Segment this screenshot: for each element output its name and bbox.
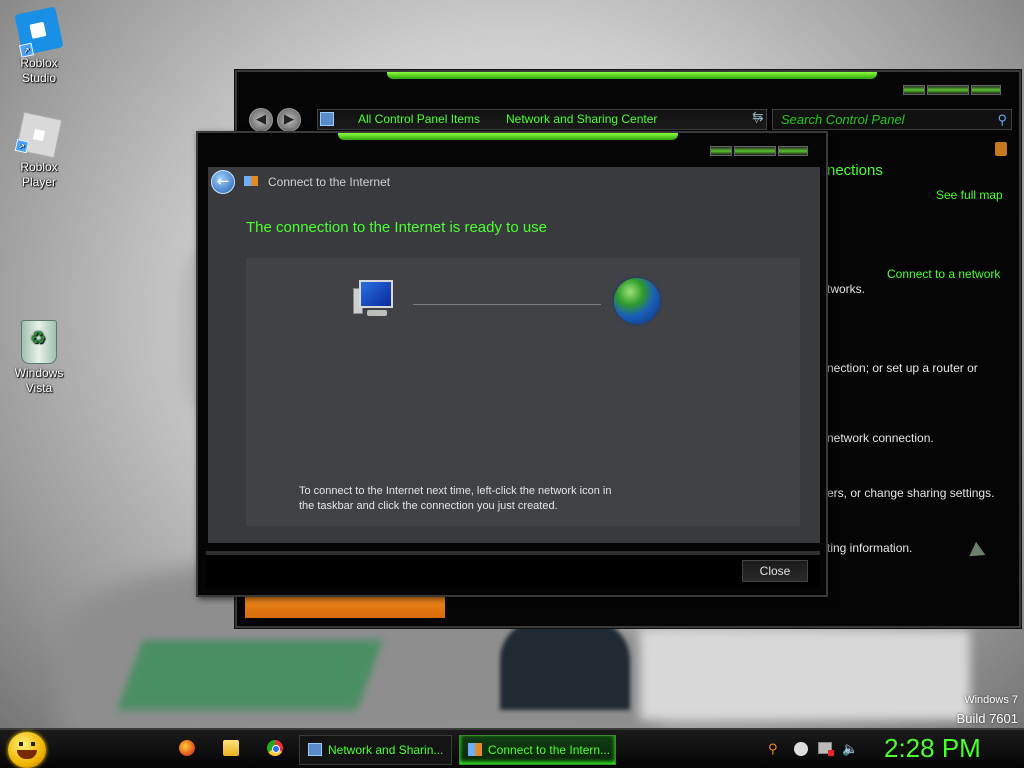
close-button[interactable]: Close — [742, 560, 808, 582]
orange-status-bar — [245, 596, 445, 618]
task-description: ers, or change sharing settings. — [827, 486, 995, 500]
task-description: nection; or set up a router or — [827, 361, 978, 375]
back-nav-button[interactable]: ◀ — [249, 108, 273, 132]
see-full-map-link[interactable]: See full map — [936, 188, 1003, 202]
search-input[interactable]: Search Control Panel ⚲ — [772, 109, 1012, 130]
desktop-icon-label: Windows — [14, 366, 64, 380]
control-panel-icon — [320, 112, 334, 126]
search-placeholder: Search Control Panel — [781, 112, 905, 127]
task-label: Connect to the Intern... — [488, 743, 611, 757]
firefox-icon[interactable] — [179, 740, 195, 756]
taskbar-clock[interactable]: 2:28 PM — [884, 733, 981, 764]
computer-icon — [353, 280, 395, 320]
roblox-player-icon: ↗ — [14, 111, 63, 159]
navigation-bar: ◀ ▶ All Control Panel Items Network and … — [247, 108, 1012, 132]
desktop-icon-label: Vista — [25, 381, 53, 395]
desktop-icon-roblox-studio[interactable]: ↗ Roblox Studio — [4, 6, 74, 86]
wallpaper-shape — [500, 620, 630, 710]
task-description: tworks. — [827, 282, 866, 296]
folder-icon[interactable] — [223, 740, 239, 756]
shortcut-arrow-icon: ↗ — [19, 42, 34, 58]
breadcrumb-all-items[interactable]: All Control Panel Items — [358, 110, 480, 129]
dialog-title: Connect to the Internet — [268, 175, 391, 189]
task-label: Network and Sharin... — [328, 743, 444, 757]
roblox-studio-icon: ↗ — [14, 6, 64, 58]
section-heading: nections — [827, 162, 883, 179]
desktop-icon-label: Roblox — [20, 56, 58, 70]
hint-line: the taskbar and click the connection you… — [299, 500, 558, 512]
help-icon[interactable] — [995, 142, 1007, 156]
address-bar[interactable]: All Control Panel Items Network and Shar… — [317, 109, 767, 130]
volume-icon[interactable]: 🔈 — [842, 742, 858, 757]
connection-line — [413, 304, 601, 305]
pointer-icon — [969, 541, 989, 563]
chrome-icon[interactable] — [267, 740, 283, 756]
minimize-button[interactable] — [903, 85, 925, 95]
dialog-heading: The connection to the Internet is ready … — [246, 219, 548, 236]
maximize-button[interactable] — [927, 85, 969, 95]
desktop-icon-label: Studio — [21, 71, 57, 85]
breadcrumb-network-sharing[interactable]: Network and Sharing Center — [506, 110, 657, 129]
window-top-glow — [338, 133, 678, 140]
dialog-header: ← Connect to the Internet — [208, 167, 820, 197]
start-button-icon[interactable] — [8, 732, 46, 768]
network-tray-icon[interactable] — [818, 742, 834, 756]
search-icon[interactable]: ⚲ — [768, 742, 778, 757]
globe-icon — [614, 278, 660, 324]
tray-status-icon[interactable] — [794, 742, 808, 756]
window-controls — [903, 85, 1001, 95]
connection-status-panel: To connect to the Internet next time, le… — [246, 258, 800, 526]
control-panel-icon — [308, 743, 322, 756]
dialog-footer: Close — [206, 551, 820, 587]
recycle-bin-icon — [21, 320, 57, 364]
task-description: network connection. — [827, 431, 934, 445]
search-icon[interactable]: ⚲ — [997, 110, 1007, 129]
minimize-button[interactable] — [710, 146, 732, 156]
close-window-button[interactable] — [971, 85, 1001, 95]
close-window-button[interactable] — [778, 146, 808, 156]
window-top-glow — [387, 72, 877, 79]
network-connection-icon — [244, 176, 258, 186]
windows-build-watermark: Build 7601 — [956, 711, 1018, 726]
shortcut-arrow-icon: ↗ — [14, 139, 29, 154]
taskbar-task-network-sharing[interactable]: Network and Sharin... — [299, 735, 452, 765]
window-controls — [710, 146, 808, 156]
desktop-icon-roblox-player[interactable]: ↗ Roblox Player — [4, 111, 74, 190]
desktop-icon-label: Roblox — [20, 160, 58, 174]
connect-to-network-link[interactable]: Connect to a network — [887, 267, 1000, 281]
desktop-icon-label: Player — [21, 175, 56, 189]
taskbar-task-connect-internet[interactable]: Connect to the Intern... — [459, 735, 616, 765]
connect-internet-dialog[interactable]: ← Connect to the Internet The connection… — [196, 131, 828, 597]
forward-nav-button[interactable]: ▶ — [277, 108, 301, 132]
back-arrow-icon[interactable]: ← — [211, 170, 235, 194]
maximize-button[interactable] — [734, 146, 776, 156]
refresh-icon[interactable]: ⇆ — [752, 109, 764, 125]
desktop-icon-recycle-bin[interactable]: Windows Vista — [4, 320, 74, 396]
wallpaper-shape — [640, 630, 970, 720]
network-connection-icon — [468, 743, 482, 756]
windows-version-watermark: Windows 7 — [964, 694, 1018, 706]
hint-line: To connect to the Internet next time, le… — [299, 485, 612, 497]
wallpaper-shape — [117, 640, 383, 710]
dialog-body: ← Connect to the Internet The connection… — [208, 167, 820, 543]
hint-text: To connect to the Internet next time, le… — [299, 484, 679, 514]
task-description: ting information. — [827, 541, 913, 555]
taskbar: Network and Sharin... Connect to the Int… — [0, 728, 1024, 768]
